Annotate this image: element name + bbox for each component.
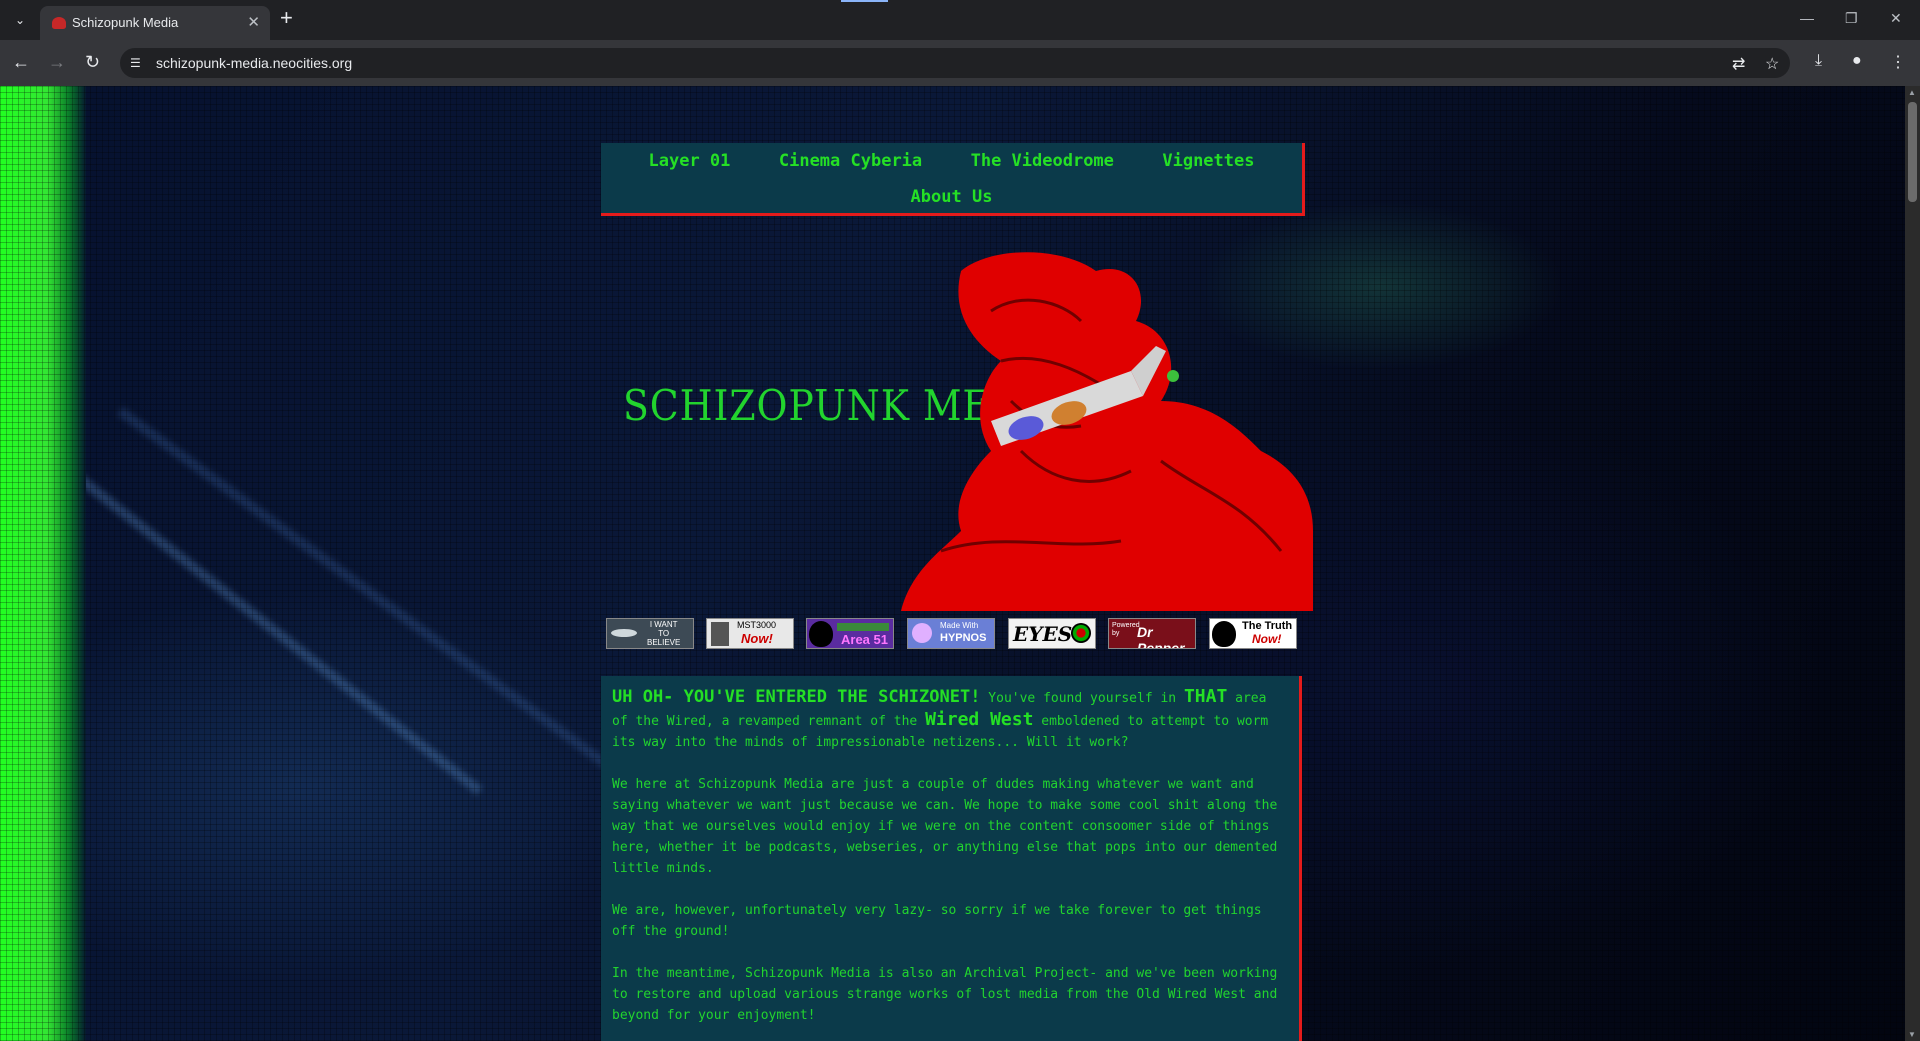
the-truth-badge[interactable]: The Truth Now! [1209, 618, 1297, 649]
site-info-icon[interactable]: ☰ [130, 56, 144, 70]
lazy-paragraph: We are, however, unfortunately very lazy… [612, 903, 1262, 939]
top-indicator [841, 0, 888, 2]
restore-icon[interactable]: ❐ [1845, 10, 1858, 27]
page-viewport: Layer 01 Cinema Cyberia The Videodrome V… [0, 86, 1905, 1041]
url-text: schizopunk-media.neocities.org [156, 55, 353, 71]
badge-text: Now! [1252, 632, 1282, 646]
reload-button[interactable]: ↻ [85, 52, 100, 72]
badge-text: I WANT TO BELIEVE [647, 620, 681, 647]
translate-icon[interactable]: ⇄ [1732, 54, 1745, 74]
intro-text: You've found yourself in [980, 691, 1184, 706]
intro-emphasis: THAT [1183, 686, 1228, 707]
intro-headline: UH OH- YOU'VE ENTERED THE SCHIZONET! [612, 687, 981, 707]
badge-row: I WANT TO BELIEVE MST3000 Now! Area 51 Mad… [606, 618, 1306, 650]
archive-paragraph: In the meantime, Schizopunk Media is als… [612, 966, 1278, 1023]
browser-toolbar: ← → ↻ ☰ schizopunk-media.neocities.org ⇄… [0, 40, 1920, 86]
badge-text: EYES [1013, 622, 1073, 646]
address-bar[interactable]: ☰ schizopunk-media.neocities.org ⇄ ☆ [120, 48, 1790, 78]
badge-text: Made With [940, 621, 979, 630]
badge-text: MST3000 [737, 620, 777, 630]
site-navigation: Layer 01 Cinema Cyberia The Videodrome V… [601, 143, 1305, 216]
hero-banner: SCHIZOPUNK MEDIA [601, 251, 1313, 611]
badge-text: HYPNOS [940, 632, 987, 644]
area-51-badge[interactable]: Area 51 [806, 618, 894, 649]
menu-icon[interactable]: ⋮ [1890, 52, 1906, 72]
about-paragraph: We here at Schizopunk Media are just a c… [612, 777, 1278, 876]
robot-icon [711, 622, 729, 646]
window-close-icon[interactable]: ✕ [1890, 10, 1902, 27]
badge-text: Dr Pepper [1137, 624, 1185, 649]
page-scrollbar[interactable]: ▲ ▼ [1905, 86, 1920, 1041]
intro-paragraph: UH OH- YOU'VE ENTERED THE SCHIZONET! You… [612, 686, 1285, 753]
mst3000-badge[interactable]: MST3000 Now! [706, 618, 794, 649]
nav-about-us[interactable]: About Us [911, 179, 993, 215]
badge-text: Powered by [1112, 622, 1140, 637]
profile-icon[interactable]: ● [1852, 52, 1862, 70]
minimize-icon[interactable]: — [1800, 10, 1814, 26]
alien-icon [809, 621, 833, 647]
dr-pepper-badge[interactable]: Powered by Dr Pepper [1108, 618, 1196, 649]
scroll-down-icon[interactable]: ▼ [1908, 1030, 1916, 1039]
nav-the-videodrome[interactable]: The Videodrome [971, 143, 1114, 179]
scrollbar-thumb[interactable] [1908, 102, 1917, 202]
ufo-icon [611, 629, 637, 637]
tab-close-icon[interactable]: ✕ [247, 13, 260, 31]
hypnos-badge[interactable]: Made With HYPNOS [907, 618, 995, 649]
badge-stripe [837, 623, 889, 631]
red-figure-illustration [901, 252, 1313, 611]
badge-text: The Truth [1242, 620, 1293, 632]
intro-emphasis: Wired West [925, 709, 1034, 730]
alien-icon [1212, 621, 1236, 647]
tab-strip: ⌄ Schizopunk Media ✕ + — ❐ ✕ [0, 0, 1920, 40]
forward-button[interactable]: → [48, 52, 66, 72]
back-button[interactable]: ← [12, 52, 30, 72]
i-want-to-believe-badge[interactable]: I WANT TO BELIEVE [606, 618, 694, 649]
nav-layer-01[interactable]: Layer 01 [649, 143, 731, 179]
main-content-panel: UH OH- YOU'VE ENTERED THE SCHIZONET! You… [601, 676, 1302, 1041]
badge-text: Now! [741, 631, 773, 646]
site-favicon-icon [52, 17, 66, 29]
eyes-badge[interactable]: EYES [1008, 618, 1096, 649]
nav-vignettes[interactable]: Vignettes [1162, 143, 1254, 179]
active-tab[interactable]: Schizopunk Media ✕ [40, 6, 270, 40]
hypnos-logo-icon [912, 623, 932, 643]
bookmark-star-icon[interactable]: ☆ [1765, 54, 1779, 74]
nav-cinema-cyberia[interactable]: Cinema Cyberia [779, 143, 922, 179]
eye-icon [1071, 623, 1091, 643]
tab-title: Schizopunk Media [72, 15, 179, 30]
tab-search-button[interactable]: ⌄ [8, 8, 32, 32]
download-icon[interactable]: ⤓ [1815, 52, 1822, 70]
badge-text: Area 51 [841, 632, 888, 647]
scroll-up-icon[interactable]: ▲ [1908, 88, 1916, 97]
new-tab-button[interactable]: + [280, 7, 293, 29]
